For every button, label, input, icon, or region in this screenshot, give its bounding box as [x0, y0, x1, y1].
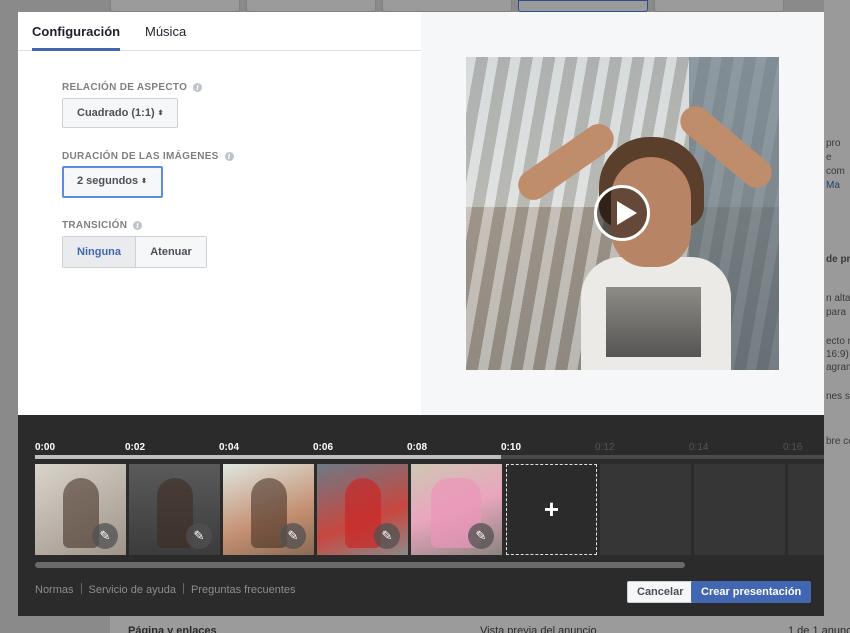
slide-thumbnail[interactable]: ✎: [317, 464, 408, 555]
info-icon[interactable]: i: [133, 221, 143, 230]
info-icon[interactable]: i: [224, 152, 234, 161]
bg-text: ecto r: [826, 336, 850, 347]
bg-text: com: [826, 166, 845, 177]
timeline-tick: 0:10: [501, 442, 522, 453]
transition-option-atenuar[interactable]: Atenuar: [136, 237, 206, 267]
preview-person: [512, 100, 778, 370]
play-icon[interactable]: [594, 185, 650, 241]
image-duration-label-text: DURACIÓN DE LAS IMÁGENES: [62, 151, 219, 162]
edit-pencil-icon[interactable]: ✎: [468, 523, 494, 549]
cancel-button[interactable]: Cancelar: [627, 581, 694, 603]
timeline-tick: 0:02: [125, 442, 146, 453]
link-divider: [80, 583, 82, 594]
edit-pencil-icon[interactable]: ✎: [92, 523, 118, 549]
create-slideshow-button[interactable]: Crear presentación: [691, 581, 812, 603]
empty-slot: [694, 464, 785, 555]
bg-section-title: Página y enlaces: [128, 625, 217, 633]
tab-configuracion[interactable]: Configuración: [32, 12, 121, 51]
link-normas[interactable]: Normas: [35, 584, 74, 596]
select-caret-icon: ⬍: [141, 178, 147, 185]
slide-thumbnail[interactable]: ✎: [35, 464, 126, 555]
timeline-ruler[interactable]: [35, 455, 824, 459]
timeline-tick: 0:00: [35, 442, 56, 453]
aspect-ratio-select[interactable]: Cuadrado (1:1) ⬍: [62, 98, 178, 128]
background-card: [654, 0, 784, 12]
timeline: 0:00 0:02 0:04 0:06 0:08 0:10 0:12 0:14 …: [18, 415, 824, 616]
bg-text: nes se: [826, 391, 850, 402]
slideshow-modal: Configuración Música RELACIÓN DE ASPECTO…: [18, 12, 824, 616]
bg-text: e: [826, 152, 832, 163]
link-preguntas-frecuentes[interactable]: Preguntas frecuentes: [191, 584, 296, 596]
timeline-tick: 0:16: [783, 442, 803, 453]
background-cards: [110, 0, 850, 12]
background-card-selected: [518, 0, 648, 12]
tab-musica[interactable]: Música: [145, 12, 186, 51]
slide-thumbnail[interactable]: ✎: [411, 464, 502, 555]
info-icon[interactable]: i: [193, 83, 203, 92]
aspect-ratio-label: RELACIÓN DE ASPECTO i: [62, 82, 203, 93]
preview-pane: [421, 12, 824, 415]
link-divider: [182, 583, 184, 594]
edit-pencil-icon[interactable]: ✎: [374, 523, 400, 549]
link-servicio-de-ayuda[interactable]: Servicio de ayuda: [89, 584, 176, 596]
background-card: [110, 0, 240, 12]
timeline-tick: 0:14: [689, 442, 709, 453]
image-duration-select[interactable]: 2 segundos ⬍: [62, 166, 163, 198]
timeline-tick: 0:04: [219, 442, 240, 453]
bg-text: 16:9): [826, 349, 849, 360]
image-duration-label: DURACIÓN DE LAS IMÁGENES i: [62, 151, 234, 162]
bg-text: para: [826, 307, 847, 318]
timeline-tick: 0:06: [313, 442, 334, 453]
background-right-column: pro e com Ma de pre n alta para ecto r 1…: [824, 0, 850, 633]
image-duration-value: 2 segundos: [77, 175, 139, 187]
timeline-tick: 0:12: [595, 442, 615, 453]
bg-text: agram: [826, 362, 850, 373]
timeline-scrollbar[interactable]: [35, 562, 685, 568]
bg-text: bre co: [826, 436, 850, 447]
transition-option-ninguna[interactable]: Ninguna: [63, 237, 136, 267]
transition-label: TRANSICIÓN i: [62, 220, 143, 231]
timeline-tick: 0:08: [407, 442, 428, 453]
bg-link: Ma: [826, 180, 840, 191]
bg-text: de pre: [826, 254, 850, 265]
add-image-button[interactable]: +: [506, 464, 597, 555]
edit-pencil-icon[interactable]: ✎: [280, 523, 306, 549]
bg-text: pro: [826, 138, 841, 149]
slide-thumbnail[interactable]: ✎: [223, 464, 314, 555]
bg-pager: 1 de 1 anuncio: [788, 625, 850, 633]
background-card: [246, 0, 376, 12]
empty-slot: [600, 464, 691, 555]
background-bottom-bar: Página y enlaces Vista previa del anunci…: [110, 616, 850, 633]
slide-thumbnail[interactable]: ✎: [129, 464, 220, 555]
select-caret-icon: ⬍: [157, 110, 164, 117]
bg-text: n alta: [826, 293, 850, 304]
edit-pencil-icon[interactable]: ✎: [186, 523, 212, 549]
transition-label-text: TRANSICIÓN: [62, 220, 128, 231]
aspect-ratio-value: Cuadrado (1:1): [77, 107, 155, 119]
aspect-ratio-label-text: RELACIÓN DE ASPECTO: [62, 82, 188, 93]
footer-links: Normas Servicio de ayuda Preguntas frecuen…: [35, 583, 296, 596]
empty-slot: [788, 464, 824, 555]
background-card: [382, 0, 512, 12]
tab-bar: Configuración Música: [18, 12, 421, 51]
preview-image: [466, 57, 779, 370]
transition-toggle: Ninguna Atenuar: [62, 236, 207, 268]
preview-shirt-print: [606, 287, 701, 357]
timeline-ruler-filled: [35, 455, 501, 459]
bg-preview-title: Vista previa del anuncio: [480, 625, 597, 633]
